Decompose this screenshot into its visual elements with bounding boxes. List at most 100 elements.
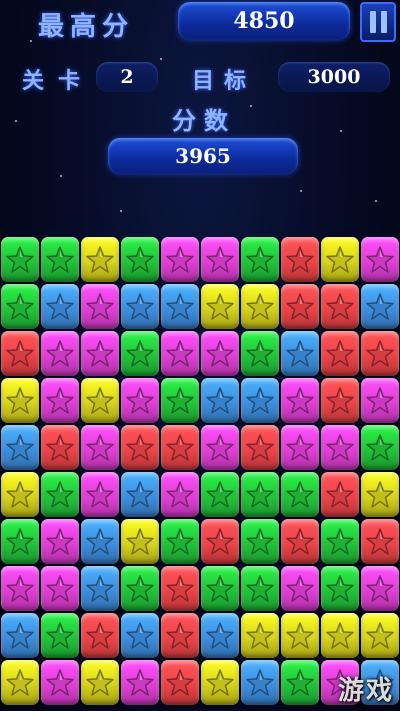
star-tile-green[interactable] bbox=[241, 566, 279, 611]
star-tile-pink[interactable] bbox=[121, 660, 159, 705]
star-tile-yellow[interactable] bbox=[321, 237, 359, 282]
pause-button[interactable] bbox=[360, 2, 396, 42]
star-tile-green[interactable] bbox=[1, 519, 39, 564]
star-tile-yellow[interactable] bbox=[81, 660, 119, 705]
star-tile-pink[interactable] bbox=[81, 331, 119, 376]
star-tile-blue[interactable] bbox=[1, 613, 39, 658]
star-tile-green[interactable] bbox=[241, 237, 279, 282]
star-tile-red[interactable] bbox=[321, 284, 359, 329]
star-tile-red[interactable] bbox=[161, 425, 199, 470]
star-tile-red[interactable] bbox=[281, 519, 319, 564]
star-tile-red[interactable] bbox=[201, 519, 239, 564]
star-tile-pink[interactable] bbox=[41, 519, 79, 564]
star-tile-pink[interactable] bbox=[41, 331, 79, 376]
star-tile-blue[interactable] bbox=[121, 613, 159, 658]
star-tile-yellow[interactable] bbox=[121, 519, 159, 564]
star-tile-blue[interactable] bbox=[41, 284, 79, 329]
star-tile-yellow[interactable] bbox=[81, 378, 119, 423]
star-tile-blue[interactable] bbox=[81, 566, 119, 611]
star-tile-green[interactable] bbox=[41, 472, 79, 517]
star-tile-pink[interactable] bbox=[201, 425, 239, 470]
star-tile-pink[interactable] bbox=[81, 472, 119, 517]
star-tile-green[interactable] bbox=[1, 237, 39, 282]
star-tile-pink[interactable] bbox=[281, 566, 319, 611]
star-tile-blue[interactable] bbox=[201, 613, 239, 658]
star-tile-green[interactable] bbox=[281, 660, 319, 705]
star-tile-yellow[interactable] bbox=[81, 237, 119, 282]
star-tile-yellow[interactable] bbox=[241, 284, 279, 329]
star-tile-red[interactable] bbox=[321, 331, 359, 376]
star-tile-blue[interactable] bbox=[281, 331, 319, 376]
star-tile-pink[interactable] bbox=[281, 378, 319, 423]
star-tile-red[interactable] bbox=[361, 519, 399, 564]
star-tile-green[interactable] bbox=[161, 378, 199, 423]
star-tile-red[interactable] bbox=[161, 660, 199, 705]
star-tile-red[interactable] bbox=[241, 425, 279, 470]
star-tile-yellow[interactable] bbox=[281, 613, 319, 658]
star-tile-pink[interactable] bbox=[1, 566, 39, 611]
star-tile-pink[interactable] bbox=[161, 237, 199, 282]
star-tile-red[interactable] bbox=[321, 378, 359, 423]
star-tile-yellow[interactable] bbox=[1, 378, 39, 423]
star-tile-pink[interactable] bbox=[41, 660, 79, 705]
star-tile-green[interactable] bbox=[241, 331, 279, 376]
star-tile-yellow[interactable] bbox=[361, 472, 399, 517]
star-tile-pink[interactable] bbox=[281, 425, 319, 470]
star-tile-yellow[interactable] bbox=[241, 613, 279, 658]
star-tile-green[interactable] bbox=[201, 472, 239, 517]
star-tile-red[interactable] bbox=[161, 566, 199, 611]
star-tile-pink[interactable] bbox=[41, 378, 79, 423]
star-tile-red[interactable] bbox=[161, 613, 199, 658]
star-tile-red[interactable] bbox=[81, 613, 119, 658]
star-tile-blue[interactable] bbox=[361, 284, 399, 329]
star-tile-red[interactable] bbox=[321, 472, 359, 517]
star-tile-red[interactable] bbox=[281, 284, 319, 329]
star-tile-yellow[interactable] bbox=[1, 660, 39, 705]
star-tile-blue[interactable] bbox=[81, 519, 119, 564]
star-tile-pink[interactable] bbox=[81, 284, 119, 329]
star-tile-green[interactable] bbox=[361, 425, 399, 470]
star-tile-pink[interactable] bbox=[81, 425, 119, 470]
star-tile-blue[interactable] bbox=[241, 660, 279, 705]
star-tile-yellow[interactable] bbox=[201, 284, 239, 329]
star-tile-yellow[interactable] bbox=[321, 613, 359, 658]
star-tile-pink[interactable] bbox=[41, 566, 79, 611]
star-tile-pink[interactable] bbox=[161, 331, 199, 376]
star-tile-pink[interactable] bbox=[201, 237, 239, 282]
star-tile-blue[interactable] bbox=[1, 425, 39, 470]
star-tile-pink[interactable] bbox=[121, 378, 159, 423]
star-board[interactable] bbox=[0, 236, 400, 711]
star-tile-yellow[interactable] bbox=[201, 660, 239, 705]
star-tile-green[interactable] bbox=[121, 237, 159, 282]
star-tile-red[interactable] bbox=[41, 425, 79, 470]
star-tile-green[interactable] bbox=[321, 566, 359, 611]
star-tile-green[interactable] bbox=[281, 472, 319, 517]
star-tile-pink[interactable] bbox=[321, 425, 359, 470]
star-tile-red[interactable] bbox=[361, 331, 399, 376]
star-tile-blue[interactable] bbox=[121, 472, 159, 517]
star-tile-blue[interactable] bbox=[201, 378, 239, 423]
star-tile-green[interactable] bbox=[1, 284, 39, 329]
star-tile-green[interactable] bbox=[201, 566, 239, 611]
star-tile-yellow[interactable] bbox=[361, 613, 399, 658]
star-tile-red[interactable] bbox=[1, 331, 39, 376]
star-tile-green[interactable] bbox=[241, 472, 279, 517]
star-tile-green[interactable] bbox=[121, 566, 159, 611]
star-tile-yellow[interactable] bbox=[1, 472, 39, 517]
star-tile-blue[interactable] bbox=[121, 284, 159, 329]
star-tile-green[interactable] bbox=[41, 237, 79, 282]
star-tile-green[interactable] bbox=[241, 519, 279, 564]
star-tile-pink[interactable] bbox=[361, 378, 399, 423]
star-tile-pink[interactable] bbox=[161, 472, 199, 517]
star-tile-green[interactable] bbox=[121, 331, 159, 376]
star-tile-pink[interactable] bbox=[361, 237, 399, 282]
star-tile-green[interactable] bbox=[161, 519, 199, 564]
star-tile-red[interactable] bbox=[281, 237, 319, 282]
star-tile-blue[interactable] bbox=[161, 284, 199, 329]
star-tile-pink[interactable] bbox=[361, 566, 399, 611]
star-tile-red[interactable] bbox=[121, 425, 159, 470]
star-tile-green[interactable] bbox=[41, 613, 79, 658]
star-tile-pink[interactable] bbox=[201, 331, 239, 376]
star-tile-blue[interactable] bbox=[241, 378, 279, 423]
star-tile-green[interactable] bbox=[321, 519, 359, 564]
